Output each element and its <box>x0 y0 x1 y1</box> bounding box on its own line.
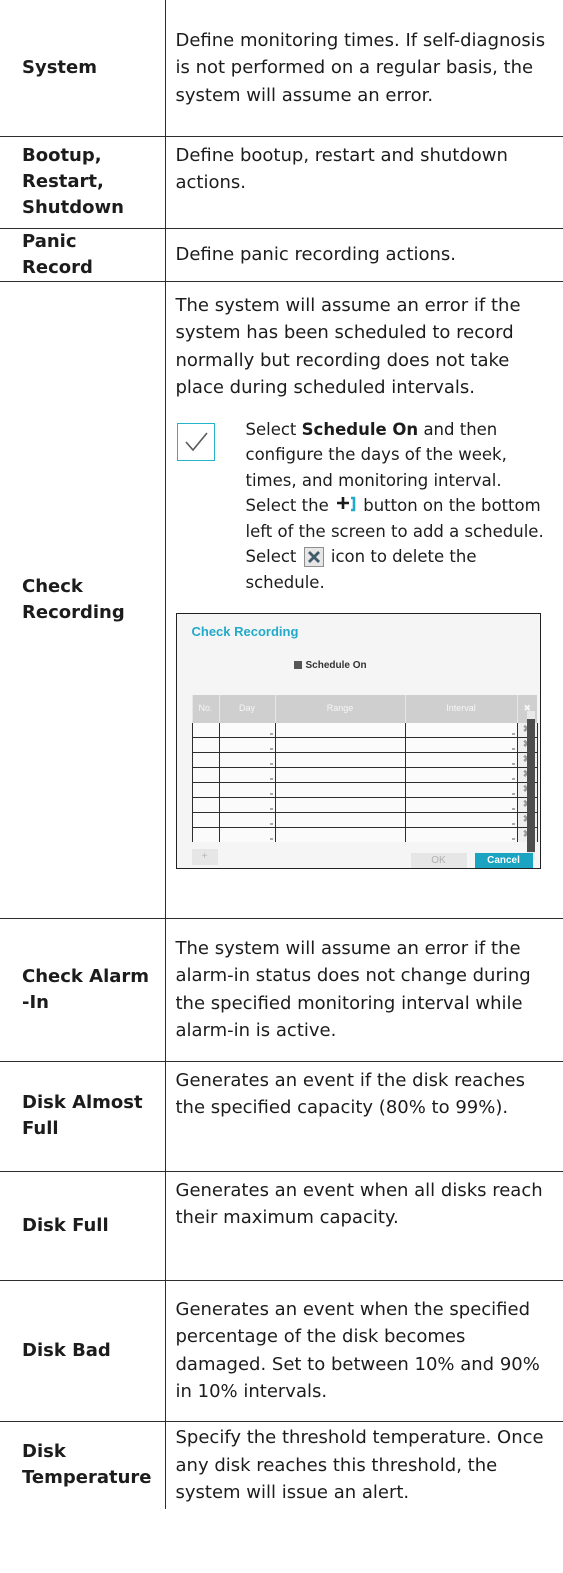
row-disk-bad: Disk Bad Generates an event when the spe… <box>0 1279 563 1422</box>
cell-interval[interactable] <box>404 796 518 813</box>
cell-interval[interactable] <box>404 826 518 842</box>
desc-system: Define monitoring times. If self-diagnos… <box>164 0 563 137</box>
schedule-row[interactable]: ✖ <box>191 811 538 828</box>
cell-no[interactable] <box>191 796 220 813</box>
schedule-row[interactable]: ✖ <box>191 766 538 783</box>
schedule-grid: No. Day Range Interval ✖ ✖✖✖✖✖✖✖✖ <box>191 695 538 842</box>
col-range: Range <box>274 695 405 723</box>
row-disk-temperature: Disk Temperature Specify the threshold t… <box>0 1420 563 1509</box>
desc-check-alarm-in: The system will assume an error if the a… <box>164 917 563 1062</box>
cell-range[interactable] <box>274 781 406 798</box>
cell-day[interactable] <box>218 722 276 738</box>
cell-no[interactable] <box>191 751 220 768</box>
check-recording-text: The system will assume an error if the s… <box>175 294 521 399</box>
dialog-title: Check Recording <box>191 624 299 639</box>
row-bootup: Bootup, Restart, Shutdown Define bootup,… <box>0 135 563 229</box>
cell-no[interactable] <box>191 736 220 753</box>
cell-no[interactable] <box>191 781 220 798</box>
row-panic-record: Panic Record Define panic recording acti… <box>0 227 563 282</box>
checkbox-label: Schedule On <box>305 660 367 671</box>
col-no: No. <box>191 695 219 723</box>
check-recording-dialog: Check Recording Schedule On No. Day Rang… <box>175 613 541 869</box>
term-system: System <box>0 0 166 137</box>
desc-check-recording: The system will assume an error if the s… <box>164 280 563 919</box>
schedule-row[interactable]: ✖ <box>191 722 538 738</box>
ok-button[interactable]: OK <box>410 853 467 868</box>
term-bootup: Bootup, Restart, Shutdown <box>0 135 166 229</box>
schedule-row[interactable]: ✖ <box>191 796 538 813</box>
schedule-row[interactable]: ✖ <box>191 781 538 798</box>
cell-interval[interactable] <box>404 736 518 753</box>
schedule-row[interactable]: ✖ <box>191 736 538 753</box>
cell-range[interactable] <box>274 751 406 768</box>
checkbox-box <box>293 661 302 669</box>
cell-range[interactable] <box>274 811 406 828</box>
scrollbar[interactable] <box>526 711 535 860</box>
event-table: System Define monitoring times. If self-… <box>0 0 563 1509</box>
col-day: Day <box>218 695 275 723</box>
term-check-recording: Check Recording <box>0 280 166 919</box>
term-disk-full: Disk Full <box>0 1170 166 1281</box>
desc-disk-almost-full: Generates an event if the disk reaches t… <box>164 1060 563 1172</box>
term-panic-record: Panic Record <box>0 227 166 282</box>
desc-disk-full: Generates an event when all disks reach … <box>164 1170 563 1281</box>
cell-range[interactable] <box>274 722 406 738</box>
row-disk-full: Disk Full Generates an event when all di… <box>0 1170 563 1281</box>
desc-bootup: Define bootup, restart and shutdown acti… <box>164 135 563 229</box>
cell-day[interactable] <box>218 796 276 813</box>
cell-no[interactable] <box>191 766 220 783</box>
cell-day[interactable] <box>218 781 276 798</box>
cancel-button[interactable]: Cancel <box>474 853 533 868</box>
checkmark-icon <box>176 422 215 461</box>
term-disk-temperature: Disk Temperature <box>0 1420 166 1509</box>
cell-day[interactable] <box>218 736 276 753</box>
term-check-alarm-in: Check Alarm-In <box>0 917 166 1062</box>
schedule-row[interactable]: ✖ <box>191 826 538 842</box>
note-block: Select Schedule On and then configure th… <box>176 417 554 596</box>
row-check-alarm-in: Check Alarm-In The system will assume an… <box>0 917 563 1062</box>
row-disk-almost-full: Disk Almost Full Generates an event if t… <box>0 1060 563 1172</box>
cell-interval[interactable] <box>404 781 518 798</box>
desc-disk-bad: Generates an event when the specified pe… <box>164 1279 563 1422</box>
row-check-recording: Check Recording The system will assume a… <box>0 280 563 919</box>
grid-body: ✖✖✖✖✖✖✖✖ <box>191 722 538 842</box>
x-icon <box>303 547 324 567</box>
cell-no[interactable] <box>191 811 220 828</box>
cell-no[interactable] <box>191 722 220 738</box>
cell-day[interactable] <box>218 766 276 783</box>
schedule-row[interactable]: ✖ <box>191 751 538 768</box>
cell-range[interactable] <box>274 736 406 753</box>
cell-no[interactable] <box>191 826 220 842</box>
add-schedule-button[interactable]: + <box>191 849 218 865</box>
cell-range[interactable] <box>274 826 406 842</box>
col-interval: Interval <box>404 695 517 723</box>
cell-interval[interactable] <box>404 811 518 828</box>
row-system: System Define monitoring times. If self-… <box>0 0 563 137</box>
term-disk-bad: Disk Bad <box>0 1279 166 1422</box>
cell-interval[interactable] <box>404 722 518 738</box>
grid-header: No. Day Range Interval ✖ <box>191 695 537 723</box>
term-disk-almost-full: Disk Almost Full <box>0 1060 166 1172</box>
cell-day[interactable] <box>218 751 276 768</box>
desc-panic-record: Define panic recording actions. <box>164 227 563 282</box>
cell-day[interactable] <box>218 811 276 828</box>
cell-day[interactable] <box>218 826 276 842</box>
cell-range[interactable] <box>274 796 406 813</box>
plus-icon <box>336 495 356 513</box>
schedule-on-checkbox[interactable]: Schedule On <box>293 652 367 680</box>
scroll-up-icon[interactable] <box>526 711 535 719</box>
note-text: Select Schedule On and then configure th… <box>245 419 544 592</box>
cell-range[interactable] <box>274 766 406 783</box>
desc-disk-temperature: Specify the threshold temperature. Once … <box>164 1420 563 1509</box>
cell-interval[interactable] <box>404 766 518 783</box>
cell-interval[interactable] <box>404 751 518 768</box>
